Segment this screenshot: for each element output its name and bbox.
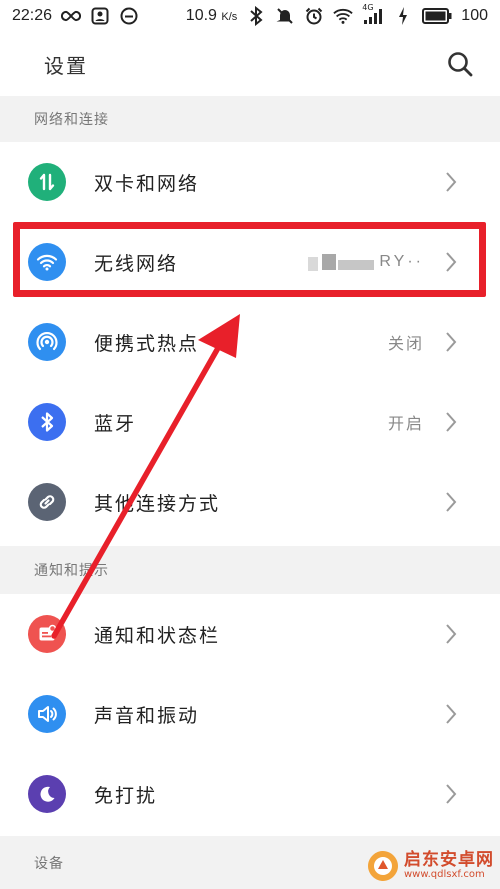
row-label: 其他连接方式 — [94, 492, 221, 515]
bluetooth-status-icon — [246, 6, 266, 26]
speaker-icon — [28, 695, 66, 733]
settings-row-hotspot[interactable]: 便携式热点 关闭 — [0, 302, 500, 382]
app-round-icon — [119, 6, 139, 26]
app-header: 设置 — [0, 32, 500, 96]
status-time: 22:26 — [12, 7, 53, 24]
chevron-right-icon — [444, 490, 458, 514]
infinity-icon — [61, 6, 82, 26]
wifi-icon — [28, 243, 66, 281]
battery-icon — [422, 6, 452, 26]
alarm-icon — [304, 6, 324, 26]
settings-row-wifi[interactable]: 无线网络 RY·· — [0, 222, 500, 302]
row-label: 便携式热点 — [94, 332, 200, 355]
status-bar: 22:26 10.9 K/s 4G 100 — [0, 0, 500, 32]
chevron-right-icon — [444, 782, 458, 806]
signal-icon: 4G — [362, 3, 384, 26]
wifi-name-blurred — [308, 254, 376, 271]
settings-row-bluetooth[interactable]: 蓝牙 开启 — [0, 382, 500, 462]
hotspot-status: 关闭 — [387, 334, 424, 353]
chevron-right-icon — [444, 622, 458, 646]
dual-sim-icon — [28, 163, 66, 201]
link-icon — [28, 483, 66, 521]
wifi-value: RY·· — [379, 253, 424, 270]
wifi-status-icon — [333, 6, 353, 26]
chevron-right-icon — [444, 410, 458, 434]
watermark-title: 启东安卓网 — [404, 849, 494, 870]
network-speed: 10.9 K/s — [185, 7, 238, 24]
section-header-notify: 通知和提示 — [0, 546, 500, 594]
settings-row-do-not-disturb[interactable]: 免打扰 — [0, 754, 500, 834]
watermark-url: www.qdlsxf.com — [404, 868, 485, 880]
search-icon — [448, 52, 473, 77]
watermark-logo — [368, 851, 398, 881]
app-notification-icon — [90, 6, 110, 26]
settings-row-dual-sim[interactable]: 双卡和网络 — [0, 142, 500, 222]
mute-icon — [275, 6, 295, 26]
moon-icon — [28, 775, 66, 813]
search-button[interactable] — [444, 48, 476, 80]
row-label: 蓝牙 — [94, 412, 137, 435]
row-label: 声音和振动 — [94, 704, 200, 727]
bluetooth-icon — [28, 403, 66, 441]
row-label: 双卡和网络 — [94, 172, 200, 195]
settings-row-other-connections[interactable]: 其他连接方式 — [0, 462, 500, 542]
row-label: 免打扰 — [94, 784, 158, 807]
chevron-right-icon — [444, 250, 458, 274]
battery-level: 100 — [461, 7, 488, 24]
row-label: 无线网络 — [94, 252, 179, 275]
settings-row-sound[interactable]: 声音和振动 — [0, 674, 500, 754]
notification-icon — [28, 615, 66, 653]
watermark: 启东安卓网 www.qdlsxf.com — [366, 849, 494, 883]
settings-row-notification[interactable]: 通知和状态栏 — [0, 594, 500, 674]
chevron-right-icon — [444, 330, 458, 354]
bluetooth-status: 开启 — [387, 414, 424, 433]
row-label: 通知和状态栏 — [94, 624, 221, 647]
chevron-right-icon — [444, 702, 458, 726]
chevron-right-icon — [444, 170, 458, 194]
hotspot-icon — [28, 323, 66, 361]
section-header-network: 网络和连接 — [0, 96, 500, 142]
page-title: 设置 — [44, 53, 88, 78]
charging-icon — [393, 6, 413, 26]
